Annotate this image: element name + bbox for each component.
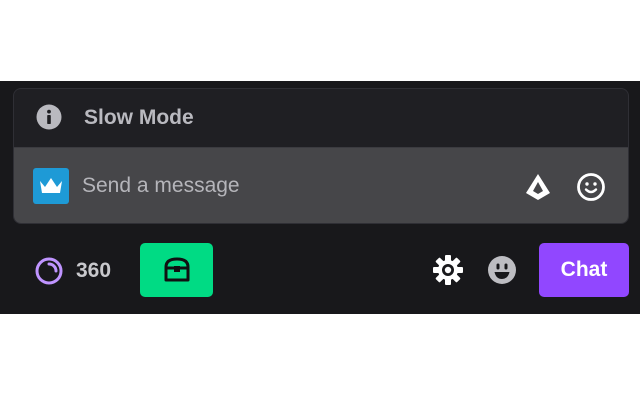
points-count: 360 [76,259,112,282]
gear-icon[interactable] [432,254,464,286]
bonus-chest-button[interactable] [140,243,213,297]
channel-points[interactable]: 360 [34,256,111,286]
message-input[interactable] [82,166,502,206]
treasure-chest-icon [164,257,189,282]
grin-icon[interactable] [486,254,518,286]
chat-button[interactable]: Chat [539,243,629,297]
message-input-area [14,147,628,223]
info-icon [36,104,62,130]
slow-mode-label: Slow Mode [84,106,194,129]
smiley-icon[interactable] [576,172,606,202]
channel-points-icon [35,257,63,285]
slow-mode-banner: Slow Mode [14,89,628,147]
bits-icon[interactable] [524,172,552,202]
crown-icon [40,178,62,193]
chat-input-box: Slow Mode [13,88,629,224]
crown-badge[interactable] [33,168,69,204]
